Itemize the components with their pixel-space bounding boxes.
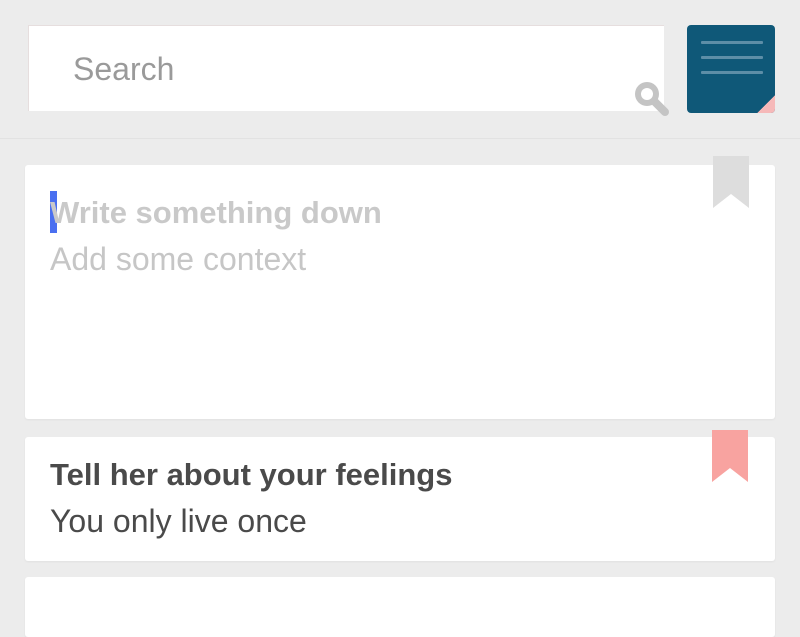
note-title-input[interactable] bbox=[50, 191, 710, 235]
page-curl-icon bbox=[757, 95, 775, 113]
note-title: Tell her about your feelings bbox=[50, 457, 453, 492]
menu-line bbox=[701, 71, 763, 74]
menu-button[interactable] bbox=[687, 25, 775, 113]
note-subtitle: You only live once bbox=[50, 503, 307, 539]
top-bar bbox=[0, 0, 800, 139]
search-box[interactable] bbox=[28, 25, 669, 116]
menu-line bbox=[701, 41, 763, 44]
note-card[interactable]: Tell her about your feelings You only li… bbox=[25, 430, 775, 561]
search-input[interactable] bbox=[73, 26, 593, 112]
note-card[interactable] bbox=[25, 577, 775, 637]
new-note-card[interactable] bbox=[25, 156, 775, 419]
bookmark-icon[interactable] bbox=[713, 156, 749, 208]
bookmark-icon[interactable] bbox=[712, 430, 748, 482]
note-context-input[interactable] bbox=[50, 239, 710, 279]
menu-line bbox=[701, 56, 763, 59]
search-icon[interactable] bbox=[631, 78, 671, 118]
